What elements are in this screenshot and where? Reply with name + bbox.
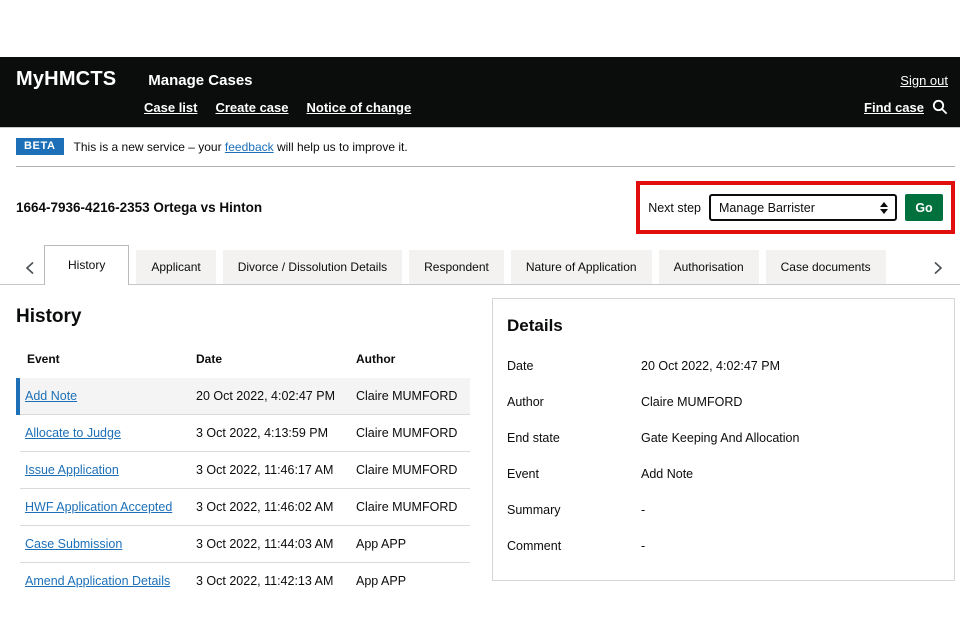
event-date: 3 Oct 2022, 4:13:59 PM (196, 415, 356, 452)
history-table: EventDateAuthor Add Note 20 Oct 2022, 4:0… (16, 348, 470, 599)
details-field-comment: Comment- (507, 539, 940, 553)
history-row: Case Submission 3 Oct 2022, 11:44:03 AMAp… (18, 526, 470, 563)
tab-history[interactable]: History (44, 245, 129, 285)
beta-banner: BETA This is a new service – your feedba… (16, 128, 955, 167)
event-author: Claire MUMFORD (356, 415, 470, 452)
tab-applicant[interactable]: Applicant (136, 250, 215, 284)
details-heading: Details (507, 316, 940, 336)
select-spinner-icon (880, 202, 888, 214)
field-label: Summary (507, 503, 641, 517)
history-row: Add Note 20 Oct 2022, 4:02:47 PMClaire MU… (18, 378, 470, 415)
event-author: App APP (356, 563, 470, 600)
tab-list: HistoryApplicantDivorce / Dissolution De… (44, 245, 893, 284)
history-section: History EventDateAuthor Add Note 20 Oct 2… (16, 298, 470, 599)
feedback-link[interactable]: feedback (225, 140, 274, 154)
field-label: Date (507, 359, 641, 373)
field-value: Add Note (641, 467, 693, 481)
event-link-allocate-to-judge[interactable]: Allocate to Judge (25, 426, 121, 440)
field-value: Gate Keeping And Allocation (641, 431, 799, 445)
history-row: Amend Application Details 3 Oct 2022, 11:… (18, 563, 470, 600)
beta-text-after: will help us to improve it. (274, 140, 408, 154)
tab-nature-of-application[interactable]: Nature of Application (511, 250, 652, 284)
event-link-case-submission[interactable]: Case Submission (25, 537, 122, 551)
details-field-summary: Summary- (507, 503, 940, 517)
sign-out-link[interactable]: Sign out (900, 73, 948, 88)
event-date: 20 Oct 2022, 4:02:47 PM (196, 378, 356, 415)
annotation-highlight-box: Next step Manage Barrister Go (636, 181, 955, 234)
details-field-author: AuthorClaire MUMFORD (507, 395, 940, 409)
beta-badge: BETA (16, 138, 64, 155)
tab-case-documents[interactable]: Case documents (766, 250, 886, 284)
column-header-author: Author (356, 348, 470, 378)
field-label: Comment (507, 539, 641, 553)
event-date: 3 Oct 2022, 11:42:13 AM (196, 563, 356, 600)
nav-link-notice-of-change[interactable]: Notice of change (306, 100, 411, 115)
search-icon[interactable] (932, 99, 948, 115)
case-header-row: 1664-7936-4216-2353 Ortega vs Hinton Nex… (16, 181, 955, 234)
details-field-end-state: End stateGate Keeping And Allocation (507, 431, 940, 445)
field-value: - (641, 503, 645, 517)
main-content: History EventDateAuthor Add Note20 Oct 2… (16, 298, 955, 599)
event-link-add-note[interactable]: Add Note (25, 389, 77, 403)
field-label: Event (507, 467, 641, 481)
field-value: Claire MUMFORD (641, 395, 742, 409)
tab-divorce-dissolution-details[interactable]: Divorce / Dissolution Details (223, 250, 402, 284)
details-field-date: Date20 Oct 2022, 4:02:47 PM (507, 359, 940, 373)
find-case-link[interactable]: Find case (864, 100, 924, 115)
field-label: End state (507, 431, 641, 445)
event-author: Claire MUMFORD (356, 452, 470, 489)
next-step-select[interactable]: Manage Barrister (709, 194, 897, 221)
event-date: 3 Oct 2022, 11:46:17 AM (196, 452, 356, 489)
app-title: Manage Cases (148, 72, 252, 89)
tab-scroll-left-button[interactable] (16, 252, 44, 284)
top-margin (0, 0, 960, 57)
history-heading: History (16, 306, 470, 328)
event-author: App APP (356, 526, 470, 563)
history-table-header: EventDateAuthor (18, 348, 470, 378)
details-field-event: EventAdd Note (507, 467, 940, 481)
history-row: HWF Application Accepted 3 Oct 2022, 11:4… (18, 489, 470, 526)
header-nav: Case list Create case Notice of change (144, 100, 411, 115)
event-link-hwf-application-accepted[interactable]: HWF Application Accepted (25, 500, 172, 514)
field-value: - (641, 539, 645, 553)
details-panel: Details Date20 Oct 2022, 4:02:47 PM Autho… (492, 298, 955, 581)
column-header-date: Date (196, 348, 356, 378)
case-title: 1664-7936-4216-2353 Ortega vs Hinton (16, 200, 262, 215)
event-link-issue-application[interactable]: Issue Application (25, 463, 119, 477)
next-step-selected-option: Manage Barrister (719, 201, 815, 215)
nav-link-create-case[interactable]: Create case (215, 100, 288, 115)
tab-bar: HistoryApplicantDivorce / Dissolution De… (0, 245, 960, 285)
find-case-group: Find case (864, 99, 948, 115)
next-step-label: Next step (648, 201, 701, 215)
event-link-amend-application-details[interactable]: Amend Application Details (25, 574, 170, 588)
history-row: Issue Application 3 Oct 2022, 11:46:17 AM… (18, 452, 470, 489)
go-button[interactable]: Go (905, 194, 943, 221)
service-logo: MyHMCTS (16, 68, 116, 91)
page: MyHMCTS Manage Cases Sign out Case listC… (0, 0, 960, 640)
field-label: Author (507, 395, 641, 409)
beta-text-before: This is a new service – your (74, 140, 225, 154)
details-field-list: Date20 Oct 2022, 4:02:47 PM AuthorClaire … (507, 359, 940, 553)
nav-link-case-list[interactable]: Case list (144, 100, 197, 115)
column-header-event: Event (18, 348, 196, 378)
event-date: 3 Oct 2022, 11:44:03 AM (196, 526, 356, 563)
event-author: Claire MUMFORD (356, 378, 470, 415)
history-row: Allocate to Judge 3 Oct 2022, 4:13:59 PMC… (18, 415, 470, 452)
tab-authorisation[interactable]: Authorisation (659, 250, 759, 284)
header-row-nav: Case list Create case Notice of change Fin… (16, 99, 948, 115)
app-header: MyHMCTS Manage Cases Sign out Case listC… (0, 57, 960, 128)
tab-respondent[interactable]: Respondent (409, 250, 504, 284)
beta-text: This is a new service – your feedback wi… (74, 140, 408, 154)
event-date: 3 Oct 2022, 11:46:02 AM (196, 489, 356, 526)
event-author: Claire MUMFORD (356, 489, 470, 526)
field-value: 20 Oct 2022, 4:02:47 PM (641, 359, 780, 373)
header-row-top: MyHMCTS Manage Cases Sign out (16, 68, 948, 91)
tab-scroll-right-button[interactable] (916, 252, 960, 284)
